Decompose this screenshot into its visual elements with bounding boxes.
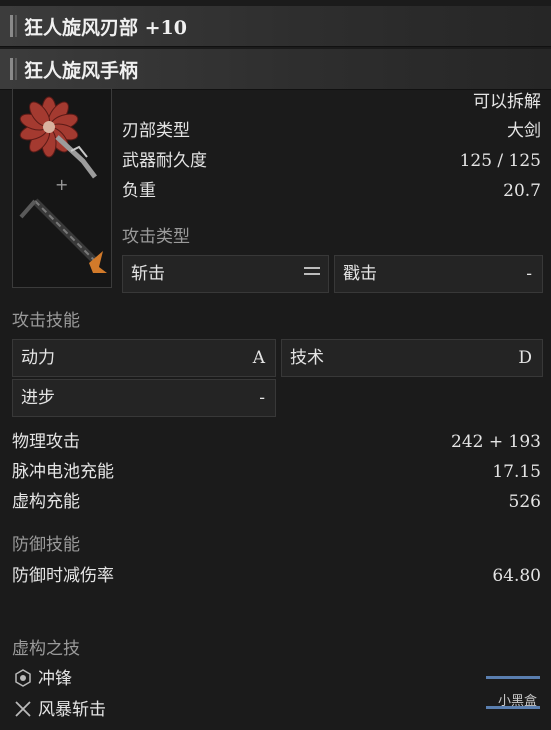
- defense-row: 防御时减伤率 64.80: [12, 562, 541, 590]
- handle-image: [19, 198, 107, 273]
- stat-value: 17.15: [492, 462, 541, 482]
- attack-type-slash-box: 斩击: [122, 255, 329, 293]
- attack-skill-box: 技术 D: [281, 339, 543, 377]
- attack-type-heading: 攻击类型: [122, 227, 190, 247]
- attack-skill-label: 进步: [21, 388, 55, 408]
- defense-value: 64.80: [492, 566, 541, 586]
- blade-title-bar: 狂人旋风刃部 +10: [0, 6, 551, 47]
- attack-type-slash-label: 斩击: [131, 264, 165, 284]
- attack-skill-label: 动力: [21, 348, 55, 368]
- attack-skill-label: 技术: [290, 348, 324, 368]
- fable-art-label: 冲锋: [38, 669, 72, 689]
- attack-skill-box: 动力 A: [12, 339, 276, 377]
- stat-value: 242 + 193: [451, 432, 541, 452]
- stat-label: 脉冲电池充能: [12, 462, 114, 482]
- title-marker-secondary: [15, 58, 17, 80]
- attack-type-thrust-value: -: [526, 264, 532, 284]
- weight-value: 20.7: [503, 181, 541, 201]
- attack-type-thrust-label: 戳击: [343, 264, 377, 284]
- fable-arts-heading: 虚构之技: [12, 639, 80, 659]
- fable-art-item: 风暴斩击: [14, 697, 106, 723]
- stat-row: 物理攻击 242 + 193: [12, 428, 541, 456]
- stat-row: 脉冲电池充能 17.15: [12, 458, 541, 486]
- fable-art-label: 风暴斩击: [38, 700, 106, 720]
- durability-label: 武器耐久度: [122, 151, 207, 171]
- plus-icon: +: [55, 175, 69, 194]
- handle-title: 狂人旋风手柄: [24, 60, 139, 82]
- blade-type-row: 刃部类型 大剑: [122, 117, 541, 145]
- blade-type-value: 大剑: [507, 121, 541, 141]
- attack-skill-box: 进步 -: [12, 379, 276, 417]
- fable-art-item: 冲锋: [14, 666, 72, 692]
- slot-indicator: [486, 676, 540, 679]
- detachable-row: 可以拆解: [440, 88, 541, 116]
- weight-row: 负重 20.7: [122, 177, 541, 205]
- durability-row: 武器耐久度 125 / 125: [122, 147, 541, 175]
- handle-title-bar: 狂人旋风手柄: [0, 49, 551, 90]
- title-marker: [10, 58, 13, 80]
- durability-value: 125 / 125: [459, 151, 541, 171]
- weight-label: 负重: [122, 181, 156, 201]
- blade-title: 狂人旋风刃部 +10: [24, 17, 187, 39]
- badge-icon: [15, 669, 31, 687]
- attack-skills-heading: 攻击技能: [12, 311, 80, 331]
- attack-skill-grade: -: [259, 388, 265, 408]
- detachable-text: 可以拆解: [473, 92, 541, 112]
- attack-type-thrust-box: 戳击 -: [334, 255, 543, 293]
- equal-icon: [304, 267, 320, 279]
- crossed-swords-icon: [15, 701, 31, 717]
- stat-row: 虚构充能 526: [12, 488, 541, 516]
- title-marker: [10, 15, 13, 37]
- blade-type-label: 刃部类型: [122, 121, 190, 141]
- weapon-thumbnails: +: [12, 88, 112, 288]
- defense-heading: 防御技能: [12, 535, 80, 555]
- stat-label: 物理攻击: [12, 432, 80, 452]
- stat-value: 526: [508, 492, 541, 512]
- watermark: 小黑盒: [497, 694, 537, 709]
- attack-skill-grade: A: [252, 348, 265, 368]
- attack-skill-grade: D: [518, 348, 532, 368]
- blade-image: [19, 96, 97, 179]
- defense-label: 防御时减伤率: [12, 566, 114, 586]
- stat-label: 虚构充能: [12, 492, 80, 512]
- title-marker-secondary: [15, 15, 17, 37]
